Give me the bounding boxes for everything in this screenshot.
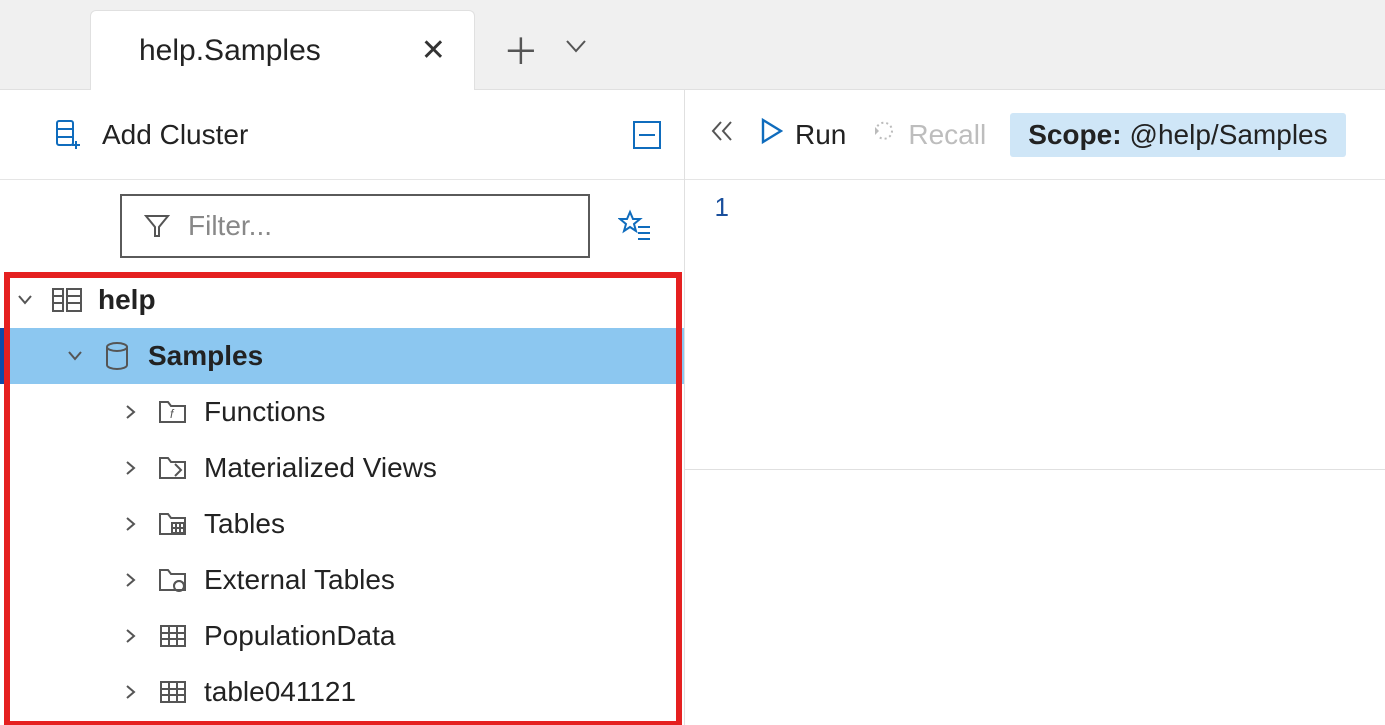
filter-input[interactable] [188, 210, 570, 242]
functions-folder-icon: f [156, 395, 190, 429]
connections-panel: Add Cluster [0, 90, 685, 725]
tree-node-tables[interactable]: Tables [0, 496, 684, 552]
line-number-gutter: 1 [685, 180, 741, 469]
recall-button: Recall [870, 117, 986, 152]
chevron-right-icon[interactable] [120, 571, 142, 589]
play-icon [759, 117, 783, 152]
tables-folder-icon [156, 507, 190, 541]
chevron-right-icon[interactable] [120, 515, 142, 533]
external-tables-folder-icon [156, 563, 190, 597]
table-icon [156, 675, 190, 709]
recall-icon [870, 117, 898, 152]
svg-text:f: f [170, 407, 175, 421]
tree-node-external-tables[interactable]: External Tables [0, 552, 684, 608]
add-cluster-button[interactable]: Add Cluster [50, 118, 248, 152]
tab-dropdown-icon[interactable] [563, 33, 589, 66]
materialized-views-folder-icon [156, 451, 190, 485]
chevron-down-icon[interactable] [14, 291, 36, 309]
tree-item-label: PopulationData [204, 620, 395, 652]
chevron-right-icon[interactable] [120, 459, 142, 477]
tree-node-cluster[interactable]: help [0, 272, 684, 328]
collapse-panel-icon[interactable] [630, 118, 664, 152]
favorites-icon[interactable] [618, 209, 652, 243]
tree-item-label: Tables [204, 508, 285, 540]
database-icon [100, 339, 134, 373]
chevron-right-icon[interactable] [120, 627, 142, 645]
tree-database-label: Samples [148, 340, 263, 372]
collapse-toolbar-icon[interactable] [709, 118, 735, 151]
tab-title: help.Samples [139, 34, 321, 68]
recall-label: Recall [908, 119, 986, 151]
new-tab-icon[interactable]: ＋ [503, 23, 539, 75]
tree-item-label: table041121 [204, 676, 356, 708]
query-editor[interactable]: 1 [685, 180, 1385, 470]
chevron-right-icon[interactable] [120, 403, 142, 421]
tree-node-table-populationdata[interactable]: PopulationData [0, 608, 684, 664]
tree-cluster-label: help [98, 284, 156, 316]
add-cluster-label: Add Cluster [102, 119, 248, 151]
filter-icon [140, 209, 174, 243]
tree-item-label: Functions [204, 396, 325, 428]
run-label: Run [795, 119, 846, 151]
code-area[interactable] [741, 180, 1385, 469]
chevron-down-icon[interactable] [64, 347, 86, 365]
run-button[interactable]: Run [759, 117, 846, 152]
chevron-right-icon[interactable] [120, 683, 142, 701]
tab-bar: help.Samples ✕ ＋ [0, 0, 1385, 90]
tree-node-table-table041121[interactable]: table041121 [0, 664, 684, 720]
query-panel: Run Recall Scope: @help/Samples [685, 90, 1385, 725]
table-icon [156, 619, 190, 653]
scope-badge[interactable]: Scope: @help/Samples [1010, 113, 1345, 157]
tree-node-database[interactable]: Samples [0, 328, 684, 384]
tree-node-materialized-views[interactable]: Materialized Views [0, 440, 684, 496]
line-number: 1 [685, 192, 729, 223]
scope-value: @help/Samples [1130, 119, 1328, 151]
tree-item-label: External Tables [204, 564, 395, 596]
tree-item-label: Materialized Views [204, 452, 437, 484]
close-icon[interactable]: ✕ [421, 33, 446, 68]
tree-node-functions[interactable]: f Functions [0, 384, 684, 440]
cluster-icon [50, 283, 84, 317]
add-cluster-icon [50, 118, 84, 152]
scope-label: Scope: [1028, 119, 1121, 151]
tab-active[interactable]: help.Samples ✕ [90, 10, 475, 90]
filter-input-container[interactable] [120, 194, 590, 258]
